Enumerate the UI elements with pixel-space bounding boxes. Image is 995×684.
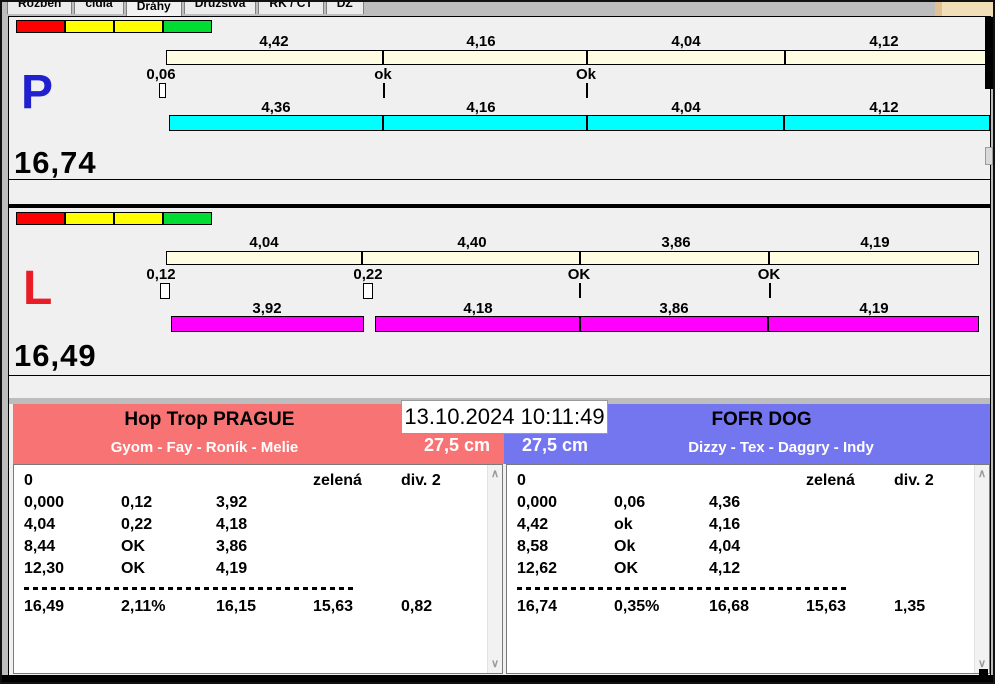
lane-p-top-bar <box>166 50 989 65</box>
totals-row: 16,74 0,35% 16,68 15,63 1,35 <box>517 598 926 615</box>
tab-bar: Rozběh čidla Dráhy Družstva RK / ČT DZ <box>7 2 993 16</box>
lane-p-bottom-split-4: 4,12 <box>869 99 899 116</box>
lane-l-marker-tick-icon <box>769 283 771 298</box>
lane-l-marker-label-3: OK <box>567 266 591 283</box>
right-edge-notch <box>985 147 993 165</box>
lane-l-bottom-split-4: 4,19 <box>859 300 889 317</box>
lane-l-marker-box-icon <box>160 283 170 299</box>
tab-rk-ct[interactable]: RK / ČT <box>258 2 324 14</box>
lane-p-total-time: 16,74 <box>14 145 97 180</box>
team-left-dogs: Gyom - Fay - Roník - Melie <box>110 439 299 456</box>
green-light-icon <box>163 212 212 225</box>
lane-p-top-split-2: 4,16 <box>466 33 496 50</box>
datetime-display: 13.10.2024 10:11:49 <box>401 400 608 434</box>
team-right-results-table[interactable]: 0 zelená div. 2 0,000 0,06 4,36 4,42 ok … <box>506 464 990 674</box>
lane-p-marker-tick-icon <box>586 83 588 98</box>
lane-p-top-split-4: 4,12 <box>869 33 899 50</box>
lane-l-top-split-4: 4,19 <box>860 234 890 251</box>
lane-p-top-split-3: 4,04 <box>671 33 701 50</box>
cell-division: div. 2 <box>401 472 441 489</box>
lane-l-total-time: 16,49 <box>14 338 97 373</box>
team-left-results-table[interactable]: 0 zelená div. 2 0,000 0,12 3,92 4,04 0,2… <box>13 464 503 674</box>
table-row: 4,04 0,22 4,18 <box>24 516 248 533</box>
main-panel: 4,42 4,16 4,04 4,12 0,06 ok Ok 4,36 4,16… <box>8 16 991 678</box>
table-row: 12,62 OK 4,12 <box>517 560 741 577</box>
section-separator <box>9 204 990 208</box>
cell-division: div. 2 <box>894 472 934 489</box>
lane-l-top-split-3: 3,86 <box>661 234 691 251</box>
lane-l-marker-box-icon <box>363 283 373 299</box>
lane-l-status-lights <box>16 212 212 225</box>
scroll-up-icon[interactable]: ∧ <box>488 467 502 481</box>
lane-l-marker-label-1: 0,12 <box>146 266 176 283</box>
lane-p-marker-label-3: Ok <box>575 66 597 83</box>
table-row: 0 zelená div. 2 <box>24 470 464 491</box>
lane-l-marker-tick-icon <box>579 283 581 298</box>
yellow-light-icon <box>65 20 114 33</box>
scroll-down-icon[interactable]: ∨ <box>488 657 502 671</box>
table-row: 12,30 OK 4,19 <box>24 560 248 577</box>
totals-separator <box>24 587 354 590</box>
green-light-icon <box>163 20 212 33</box>
tab-druzstva[interactable]: Družstva <box>183 2 257 14</box>
lane-p-status-lights <box>16 20 212 33</box>
lane-l-marker-label-2: 0,22 <box>353 266 383 283</box>
yellow-light-icon <box>114 212 163 225</box>
divider-line <box>9 375 990 376</box>
lane-l-bottom-split-2: 4,18 <box>463 300 493 317</box>
lane-p-bottom-split-3: 4,04 <box>671 99 701 116</box>
lane-l-letter: L <box>23 262 53 315</box>
scroll-up-icon[interactable]: ∧ <box>975 467 989 481</box>
lane-p-marker-label-2: ok <box>374 66 392 83</box>
tabbar-right-filler <box>935 2 993 16</box>
table-row: 0,000 0,12 3,92 <box>24 494 248 511</box>
cell-color: zelená <box>313 472 362 489</box>
tab-cidla[interactable]: čidla <box>74 2 124 14</box>
cell-color: zelená <box>806 472 855 489</box>
yellow-light-icon <box>114 20 163 33</box>
app-window: Rozběh čidla Dráhy Družstva RK / ČT DZ 4… <box>0 0 995 684</box>
lane-l-time-bar <box>375 316 979 332</box>
lane-l-marker-label-4: OK <box>757 266 781 283</box>
red-light-icon <box>16 20 65 33</box>
lane-p-top-split-1: 4,42 <box>259 33 289 50</box>
totals-row: 16,49 2,11% 16,15 15,63 0,82 <box>24 598 433 615</box>
table-row: 8,44 OK 3,86 <box>24 538 248 555</box>
tab-drahy[interactable]: Dráhy <box>125 2 182 16</box>
cell-start: 0 <box>517 472 526 489</box>
team-left-name: Hop Trop PRAGUE <box>124 409 295 430</box>
lane-l-top-split-1: 4,04 <box>249 234 279 251</box>
table-row: 4,42 ok 4,16 <box>517 516 741 533</box>
lane-l-bottom-split-3: 3,86 <box>659 300 689 317</box>
yellow-light-icon <box>65 212 114 225</box>
lane-p-marker-box-icon <box>159 83 166 98</box>
divider-line <box>9 179 990 180</box>
lane-p-time-bar <box>169 115 990 131</box>
tab-rozbeh[interactable]: Rozběh <box>7 2 73 14</box>
tab-dz[interactable]: DZ <box>325 2 364 14</box>
lane-p-bottom-split-1: 4,36 <box>261 99 291 116</box>
totals-separator <box>517 587 847 590</box>
table-row: 0 zelená div. 2 <box>517 470 957 491</box>
lane-p-letter: P <box>21 66 54 119</box>
lane-l-bottom-split-1: 3,92 <box>252 300 282 317</box>
lane-l-time-bar-seg1 <box>171 316 364 332</box>
table-row: 8,58 Ok 4,04 <box>517 538 741 555</box>
scrollbar[interactable]: ∧ ∨ <box>487 465 502 673</box>
lane-l-top-bar <box>166 251 979 265</box>
scrollbar[interactable]: ∧ ∨ <box>974 465 989 673</box>
red-light-icon <box>16 212 65 225</box>
cell-start: 0 <box>24 472 33 489</box>
lane-l-top-split-2: 4,40 <box>457 234 487 251</box>
window-bottom-edge <box>2 675 993 682</box>
lane-p-marker-label-1: 0,06 <box>146 66 176 83</box>
table-row: 0,000 0,06 4,36 <box>517 494 741 511</box>
team-left-height: 27,5 cm <box>423 435 490 455</box>
team-right-height: 27,5 cm <box>522 435 589 455</box>
right-edge-strip <box>985 17 993 89</box>
resize-grip-icon <box>979 669 988 678</box>
lane-p-bottom-split-2: 4,16 <box>466 99 496 116</box>
lane-p-marker-tick-icon <box>383 83 385 98</box>
